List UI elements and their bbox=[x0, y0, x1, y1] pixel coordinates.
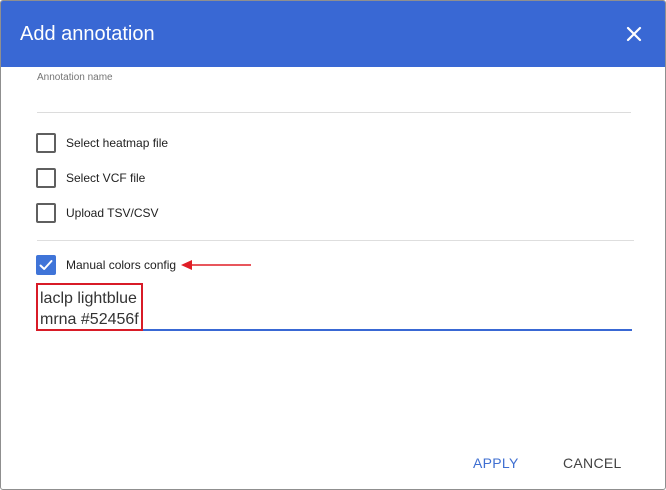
select-vcf-file-option[interactable]: Select VCF file bbox=[36, 168, 145, 188]
manual-colors-config-checkbox[interactable] bbox=[36, 255, 56, 275]
checkmark-icon bbox=[39, 260, 53, 270]
dialog-title: Add annotation bbox=[20, 23, 155, 45]
color-config-line: laclp lightblue bbox=[40, 290, 137, 307]
close-icon bbox=[626, 26, 642, 42]
select-heatmap-file-label: Select heatmap file bbox=[66, 136, 169, 150]
select-vcf-file-checkbox[interactable] bbox=[36, 168, 56, 188]
colors-highlight-box: laclp lightblue mrna #52456f bbox=[36, 283, 143, 331]
apply-button[interactable]: APPLY bbox=[473, 454, 519, 472]
manual-colors-config-option[interactable]: Manual colors config bbox=[36, 255, 176, 275]
annotation-name-label: Annotation name bbox=[37, 72, 113, 83]
annotation-name-input[interactable] bbox=[37, 85, 631, 113]
select-heatmap-file-checkbox[interactable] bbox=[36, 133, 56, 153]
manual-colors-config-label: Manual colors config bbox=[66, 258, 177, 272]
upload-tsv-csv-checkbox[interactable] bbox=[36, 203, 56, 223]
add-annotation-dialog: Add annotation Annotation name Select he… bbox=[0, 0, 666, 490]
select-vcf-file-label: Select VCF file bbox=[66, 171, 146, 185]
section-divider bbox=[37, 240, 634, 241]
upload-tsv-csv-label: Upload TSV/CSV bbox=[66, 206, 159, 220]
cancel-button[interactable]: CANCEL bbox=[563, 454, 622, 472]
upload-tsv-csv-option[interactable]: Upload TSV/CSV bbox=[36, 203, 159, 223]
dialog-header: Add annotation bbox=[1, 1, 665, 67]
close-button[interactable] bbox=[621, 21, 647, 47]
select-heatmap-file-option[interactable]: Select heatmap file bbox=[36, 133, 168, 153]
arrow-left-icon bbox=[181, 260, 251, 270]
color-config-line: mrna #52456f bbox=[40, 311, 139, 328]
manual-colors-textarea[interactable]: laclp lightblue mrna #52456f bbox=[36, 283, 632, 331]
